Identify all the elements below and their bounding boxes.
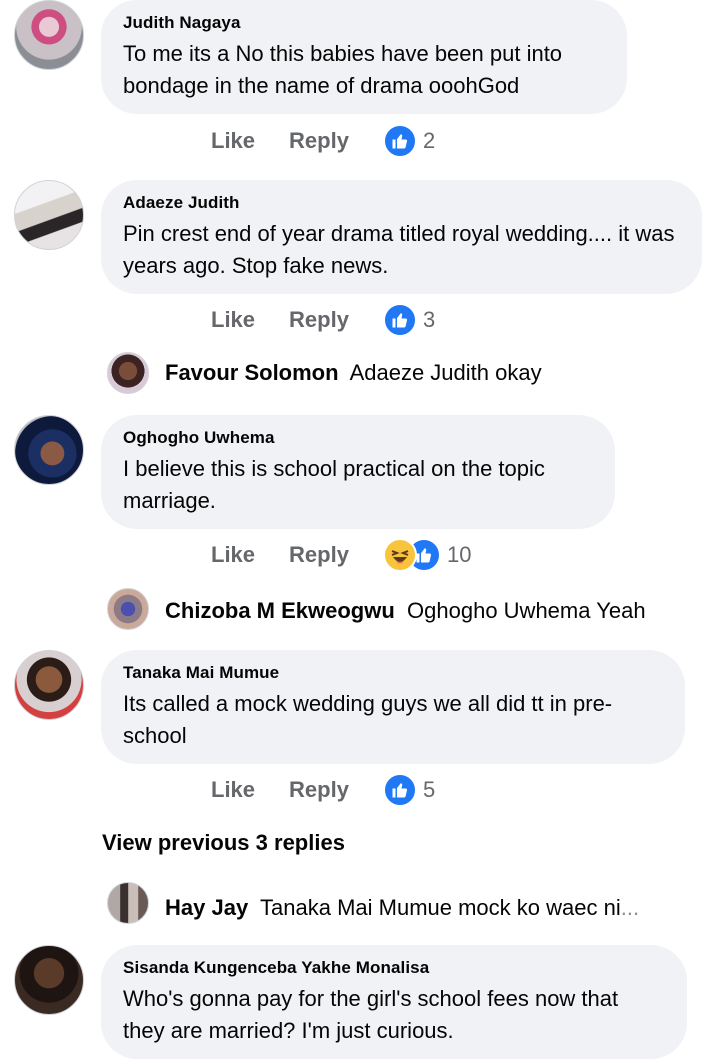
like-icon xyxy=(382,124,417,158)
like-icon xyxy=(382,303,417,337)
reply-author[interactable]: Hay Jay xyxy=(165,895,248,920)
comment-text: I believe this is school practical on th… xyxy=(123,456,545,513)
reaction-summary[interactable]: 3 xyxy=(382,303,436,337)
comment-bubble: Tanaka Mai Mumue Its called a mock weddi… xyxy=(101,650,685,764)
truncation-ellipsis[interactable]: ... xyxy=(621,895,639,920)
comment-author[interactable]: Judith Nagaya xyxy=(123,12,605,34)
avatar[interactable] xyxy=(14,415,84,485)
avatar[interactable] xyxy=(14,0,84,70)
avatar[interactable] xyxy=(107,588,149,630)
reply-button[interactable]: Reply xyxy=(289,777,349,803)
comment-bubble: Sisanda Kungenceba Yakhe Monalisa Who's … xyxy=(101,945,687,1059)
avatar[interactable] xyxy=(107,352,149,394)
reaction-count: 2 xyxy=(422,128,436,153)
reply-text: Adaeze Judith okay xyxy=(349,360,542,385)
reaction-summary[interactable]: 10 xyxy=(382,538,472,572)
like-button[interactable]: Like xyxy=(211,307,255,333)
comment-actions: Like Reply 5 xyxy=(211,773,435,807)
comment-text: Its called a mock wedding guys we all di… xyxy=(123,691,613,748)
comment-bubble: Judith Nagaya To me its a No this babies… xyxy=(101,0,627,114)
avatar[interactable] xyxy=(14,650,84,720)
like-button[interactable]: Like xyxy=(211,542,255,568)
comment-author[interactable]: Oghogho Uwhema xyxy=(123,427,593,449)
reaction-count: 3 xyxy=(422,307,436,332)
reply-author[interactable]: Chizoba M Ekweogwu xyxy=(165,598,395,623)
reaction-summary[interactable]: 5 xyxy=(382,773,436,807)
avatar[interactable] xyxy=(107,882,149,924)
reply-content: Favour Solomon Adaeze Judith okay xyxy=(165,360,542,386)
reaction-count: 10 xyxy=(446,542,472,567)
comment-bubble: Oghogho Uwhema I believe this is school … xyxy=(101,415,615,529)
view-previous-replies-link[interactable]: View previous 3 replies xyxy=(102,830,345,856)
comment-author[interactable]: Adaeze Judith xyxy=(123,192,680,214)
haha-icon xyxy=(382,538,417,572)
reply-content: Hay Jay Tanaka Mai Mumue mock ko waec ni… xyxy=(165,895,639,921)
reaction-summary[interactable]: 2 xyxy=(382,124,436,158)
comment-author[interactable]: Sisanda Kungenceba Yakhe Monalisa xyxy=(123,957,665,979)
comment-actions: Like Reply 2 xyxy=(211,124,435,158)
like-icon xyxy=(382,773,417,807)
reply-text: Oghogho Uwhema Yeah xyxy=(407,598,646,623)
avatar[interactable] xyxy=(14,945,84,1015)
like-button[interactable]: Like xyxy=(211,777,255,803)
reply-text: Tanaka Mai Mumue mock ko waec ni xyxy=(260,895,621,920)
comment-text: Who's gonna pay for the girl's school fe… xyxy=(123,986,619,1043)
reply-content: Chizoba M Ekweogwu Oghogho Uwhema Yeah xyxy=(165,598,646,624)
reply-button[interactable]: Reply xyxy=(289,307,349,333)
like-button[interactable]: Like xyxy=(211,128,255,154)
reply-author[interactable]: Favour Solomon xyxy=(165,360,339,385)
comment-text: Pin crest end of year drama titled royal… xyxy=(123,221,675,278)
comment-text: To me its a No this babies have been put… xyxy=(123,41,563,98)
comment-author[interactable]: Tanaka Mai Mumue xyxy=(123,662,663,684)
avatar[interactable] xyxy=(14,180,84,250)
comment-bubble: Adaeze Judith Pin crest end of year dram… xyxy=(101,180,702,294)
reply-button[interactable]: Reply xyxy=(289,542,349,568)
comment-actions: Like Reply 10 xyxy=(211,538,471,572)
comment-actions: Like Reply 3 xyxy=(211,303,435,337)
reaction-count: 5 xyxy=(422,777,436,802)
reply-button[interactable]: Reply xyxy=(289,128,349,154)
